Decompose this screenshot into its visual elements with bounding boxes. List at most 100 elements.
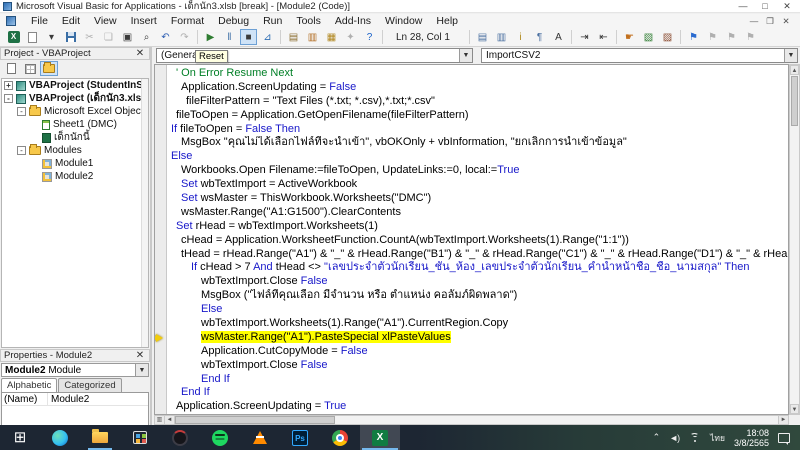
copy-icon[interactable]: ❏ [100, 29, 117, 45]
scroll-down-icon[interactable]: ▼ [790, 404, 799, 414]
run-icon[interactable]: ▶ [202, 29, 219, 45]
paste-icon[interactable]: ▣ [119, 29, 136, 45]
code-line[interactable]: End If [168, 386, 788, 400]
code-line[interactable]: wbTextImport.Worksheets(1).Range("A1").C… [168, 317, 788, 331]
view-object-button[interactable] [21, 61, 39, 76]
code-line[interactable]: Set wbTextImport = ActiveWorkbook [168, 178, 788, 192]
code-line[interactable]: MsgBox ("ไฟล์ที่คุณเลือก มีจำนวน หรือ ตำ… [168, 289, 788, 303]
comment-block-icon[interactable]: ▧ [640, 29, 657, 45]
quick-info-icon[interactable]: i [512, 29, 529, 45]
project-explorer-icon[interactable]: ▤ [285, 29, 302, 45]
list-constants-icon[interactable]: ▥ [493, 29, 510, 45]
outdent-icon[interactable]: ⇤ [595, 29, 612, 45]
complete-word-icon[interactable]: A [550, 29, 567, 45]
child-window-icon[interactable] [6, 16, 16, 26]
code-line[interactable]: Else [168, 303, 788, 317]
menu-item-window[interactable]: Window [378, 14, 429, 28]
code-line[interactable]: wsMaster.Range("A1").PasteSpecial xlPast… [168, 331, 788, 345]
uncomment-block-icon[interactable]: ▨ [659, 29, 676, 45]
clear-bookmarks-icon[interactable]: ⚑ [742, 29, 759, 45]
chevron-down-icon[interactable]: ▼ [135, 364, 148, 376]
redo-icon[interactable]: ↷ [176, 29, 193, 45]
code-view[interactable]: ' On Error Resume NextApplication.Screen… [154, 64, 789, 415]
horizontal-scroll-thumb[interactable] [175, 416, 335, 424]
code-line[interactable]: Workbooks.Open Filename:=fileToOpen, Upd… [168, 164, 788, 178]
parameter-info-icon[interactable]: ¶ [531, 29, 548, 45]
insert-dropdown-icon[interactable]: ▾ [43, 29, 60, 45]
start-button[interactable]: ⊞ [0, 425, 40, 450]
maximize-button[interactable]: □ [754, 0, 776, 13]
view-code-button[interactable] [2, 61, 20, 76]
code-line[interactable]: tHead = rHead.Range("A1") & "_" & rHead.… [168, 248, 788, 262]
file-explorer-app-button[interactable] [80, 425, 120, 450]
code-line[interactable]: cHead = Application.WorksheetFunction.Co… [168, 234, 788, 248]
code-line[interactable]: MsgBox "คุณไม่ได้เลือกไฟล์ที่จะนำเข้า", … [168, 136, 788, 150]
code-line[interactable]: wbTextImport.Close False [168, 275, 788, 289]
view-excel-icon[interactable]: X [5, 29, 22, 45]
object-dropdown[interactable]: (General) Reset ▼ [156, 48, 473, 63]
previous-bookmark-icon[interactable]: ⚑ [723, 29, 740, 45]
photoshop-app-button[interactable]: Ps [280, 425, 320, 450]
child-minimize-button[interactable]: — [746, 14, 762, 28]
vertical-scrollbar[interactable]: ▲ ▼ [789, 64, 800, 415]
excel-app-button[interactable]: X [360, 425, 400, 450]
properties-panel-close-icon[interactable]: ✕ [134, 350, 146, 361]
split-handle-icon[interactable]: ▥ [155, 416, 165, 424]
code-margin-indicator-bar[interactable] [155, 65, 167, 414]
break-icon[interactable]: ‖ [221, 29, 238, 45]
tree-item[interactable]: -VBAProject (เด็กนัก3.xlsb) [2, 92, 148, 105]
code-line[interactable]: wsMaster.Range("A1:G1500").ClearContents [168, 206, 788, 220]
tree-item[interactable]: Module2 [2, 170, 148, 183]
clock[interactable]: 18:08 3/8/2565 [734, 428, 769, 448]
menu-item-file[interactable]: File [24, 14, 55, 28]
code-line[interactable]: Application.CutCopyMode = False [168, 345, 788, 359]
code-line[interactable]: ' On Error Resume Next [168, 67, 788, 81]
toggle-folders-button[interactable] [40, 61, 58, 76]
save-icon[interactable] [62, 29, 79, 45]
wifi-icon[interactable] [688, 433, 701, 442]
design-mode-icon[interactable]: ⊿ [259, 29, 276, 45]
menu-item-edit[interactable]: Edit [55, 14, 87, 28]
spotify-app-button[interactable] [200, 425, 240, 450]
vertical-scroll-thumb[interactable] [791, 76, 798, 126]
close-button[interactable]: ✕ [776, 0, 798, 13]
cut-icon[interactable]: ✂ [81, 29, 98, 45]
collapse-icon[interactable]: - [17, 107, 26, 116]
code-line[interactable]: Set wsMaster = ThisWorkbook.Worksheets("… [168, 192, 788, 206]
toggle-breakpoint-icon[interactable]: ☛ [621, 29, 638, 45]
minimize-button[interactable]: — [732, 0, 754, 13]
insert-userform-icon[interactable] [24, 29, 41, 45]
store-app-button[interactable] [120, 425, 160, 450]
scroll-left-icon[interactable]: ◄ [165, 416, 175, 424]
tree-item[interactable]: -Microsoft Excel Objects [2, 105, 148, 118]
collapse-icon[interactable]: - [4, 94, 13, 103]
properties-object-selector[interactable]: Module2 Module ▼ [1, 363, 149, 377]
indent-icon[interactable]: ⇥ [576, 29, 593, 45]
tree-item[interactable]: เด็กนักนี้ [2, 131, 148, 144]
scroll-up-icon[interactable]: ▲ [790, 65, 799, 75]
next-bookmark-icon[interactable]: ⚑ [704, 29, 721, 45]
vlc-app-button[interactable] [240, 425, 280, 450]
child-restore-button[interactable]: ❐ [762, 14, 778, 28]
toolbox-icon[interactable]: ▦ [323, 29, 340, 45]
chevron-down-icon[interactable]: ▼ [784, 49, 797, 62]
code-line[interactable]: fileFilterPattern = "Text Files (*.txt; … [168, 95, 788, 109]
code-line[interactable]: wbTextImport.Close False [168, 359, 788, 373]
menu-item-debug[interactable]: Debug [211, 14, 256, 28]
menu-item-format[interactable]: Format [164, 14, 211, 28]
code-line[interactable]: Application.ScreenUpdating = False [168, 81, 788, 95]
project-tree-scrollbar[interactable] [141, 79, 148, 347]
property-row[interactable]: (Name)Module2 [2, 393, 148, 406]
child-close-button[interactable]: ✕ [778, 14, 794, 28]
chrome-app-button[interactable] [320, 425, 360, 450]
code-line[interactable]: Set rHead = wbTextImport.Worksheets(1) [168, 220, 788, 234]
tab-categorized[interactable]: Categorized [58, 378, 121, 392]
tree-item[interactable]: Module1 [2, 157, 148, 170]
expand-icon[interactable]: + [4, 81, 13, 90]
code-line[interactable]: If fileToOpen = False Then [168, 123, 788, 137]
code-line[interactable]: Application.ScreenUpdating = True [168, 400, 788, 414]
menu-item-view[interactable]: View [87, 14, 124, 28]
find-icon[interactable]: ⌕ [138, 29, 155, 45]
dark-circle-app-button[interactable] [160, 425, 200, 450]
help-icon[interactable]: ? [361, 29, 378, 45]
